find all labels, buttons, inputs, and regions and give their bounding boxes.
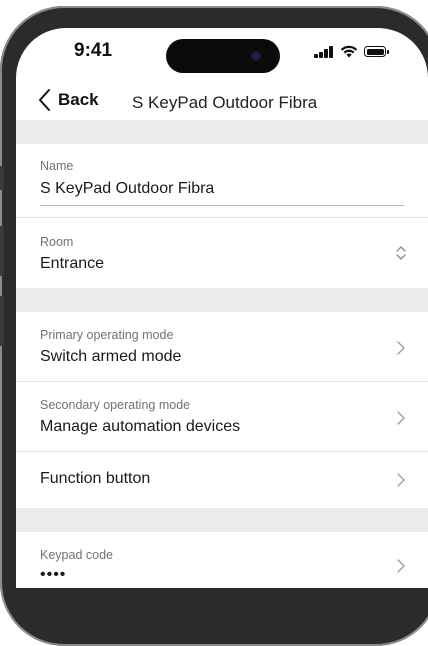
chevron-right-icon — [397, 341, 405, 355]
section-separator — [16, 508, 428, 532]
wifi-icon — [340, 45, 358, 58]
primary-operating-mode-row[interactable]: Primary operating mode Switch armed mode — [16, 312, 428, 382]
camera-icon — [252, 52, 260, 60]
chevron-right-icon — [397, 411, 405, 425]
keypad-code-row[interactable]: Keypad code •••• — [16, 532, 428, 588]
cellular-signal-icon — [314, 45, 336, 58]
section-separator — [16, 120, 428, 144]
status-time: 9:41 — [74, 40, 113, 61]
function-button-label: Function button — [40, 470, 151, 487]
chevron-left-icon — [39, 89, 50, 111]
back-button[interactable]: Back — [36, 86, 99, 114]
battery-icon — [364, 46, 389, 57]
room-value: Entrance — [40, 255, 105, 272]
secondary-mode-value: Manage automation devices — [40, 418, 241, 435]
back-button-label: Back — [58, 90, 99, 109]
status-bar: 9:41 — [16, 28, 428, 80]
function-button-row[interactable]: Function button — [16, 452, 428, 508]
volume-up-button — [0, 226, 4, 276]
phone-frame: 9:41 Back S KeyPad Outdoor Fibra Name S … — [0, 6, 428, 646]
keypad-code-value: •••• — [40, 566, 67, 583]
section-separator — [16, 288, 428, 312]
name-field-underline — [40, 205, 404, 206]
chevron-right-icon — [397, 473, 405, 487]
primary-mode-label: Primary operating mode — [40, 328, 174, 342]
navigation-bar: Back S KeyPad Outdoor Fibra — [16, 80, 428, 120]
secondary-mode-label: Secondary operating mode — [40, 398, 191, 412]
dynamic-island — [166, 39, 280, 73]
up-down-chevron-icon — [396, 246, 406, 260]
room-label: Room — [40, 235, 74, 249]
action-button — [0, 166, 4, 190]
volume-down-button — [0, 296, 4, 346]
secondary-operating-mode-row[interactable]: Secondary operating mode Manage automati… — [16, 382, 428, 452]
screen: 9:41 Back S KeyPad Outdoor Fibra Name S … — [16, 28, 428, 588]
name-field-label: Name — [40, 159, 74, 173]
room-select-row[interactable]: Room Entrance — [16, 218, 428, 288]
name-field-row[interactable]: Name S KeyPad Outdoor Fibra — [16, 144, 428, 218]
primary-mode-value: Switch armed mode — [40, 348, 182, 365]
keypad-code-label: Keypad code — [40, 548, 113, 562]
name-field-input[interactable]: S KeyPad Outdoor Fibra — [40, 180, 214, 198]
page-title: S KeyPad Outdoor Fibra — [132, 93, 318, 112]
